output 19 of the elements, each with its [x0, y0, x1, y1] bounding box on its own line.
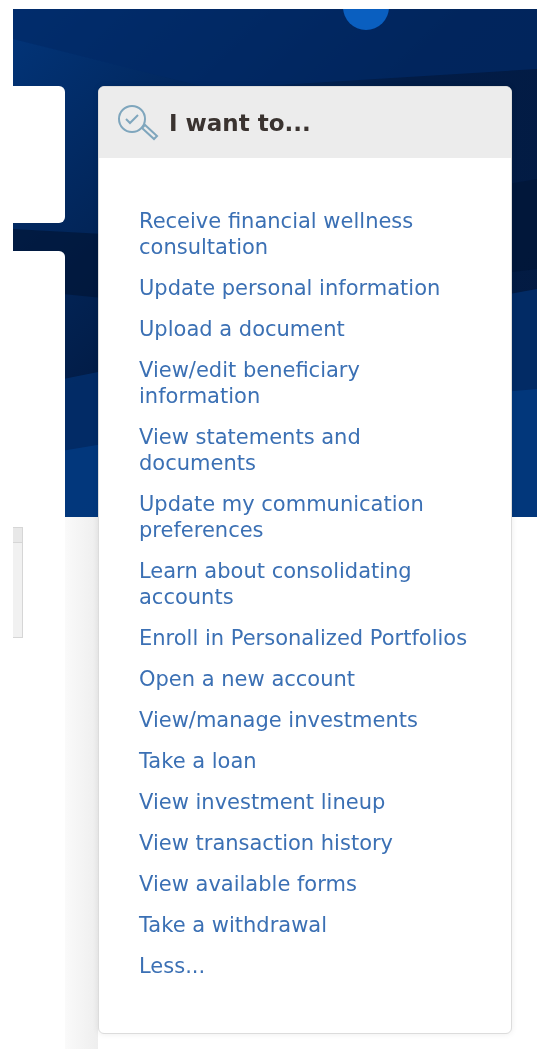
scrollbar[interactable] — [13, 526, 23, 638]
action-link[interactable]: Update my communication preferences — [139, 491, 475, 543]
action-link[interactable]: View/manage investments — [139, 707, 418, 733]
action-link[interactable]: View transaction history — [139, 830, 394, 856]
action-link[interactable]: View statements and documents — [139, 424, 475, 476]
action-link[interactable]: Take a withdrawal — [139, 912, 328, 938]
action-link[interactable]: Enroll in Personalized Portfolios — [139, 625, 468, 651]
search-icon — [117, 103, 159, 142]
action-link[interactable]: Receive financial wellness consultation — [139, 208, 475, 260]
panel-title: I want to... — [169, 109, 311, 136]
action-link[interactable]: View investment lineup — [139, 789, 386, 815]
action-link[interactable]: Open a new account — [139, 666, 356, 692]
show-less-link[interactable]: Less... — [139, 953, 206, 979]
action-link[interactable]: Learn about consolidating accounts — [139, 558, 475, 610]
action-link[interactable]: View available forms — [139, 871, 357, 897]
action-link[interactable]: View/edit beneficiary information — [139, 357, 475, 409]
action-link[interactable]: Upload a document — [139, 316, 345, 342]
action-link[interactable]: Take a loan — [139, 748, 257, 774]
action-link[interactable]: Update personal information — [139, 275, 441, 301]
